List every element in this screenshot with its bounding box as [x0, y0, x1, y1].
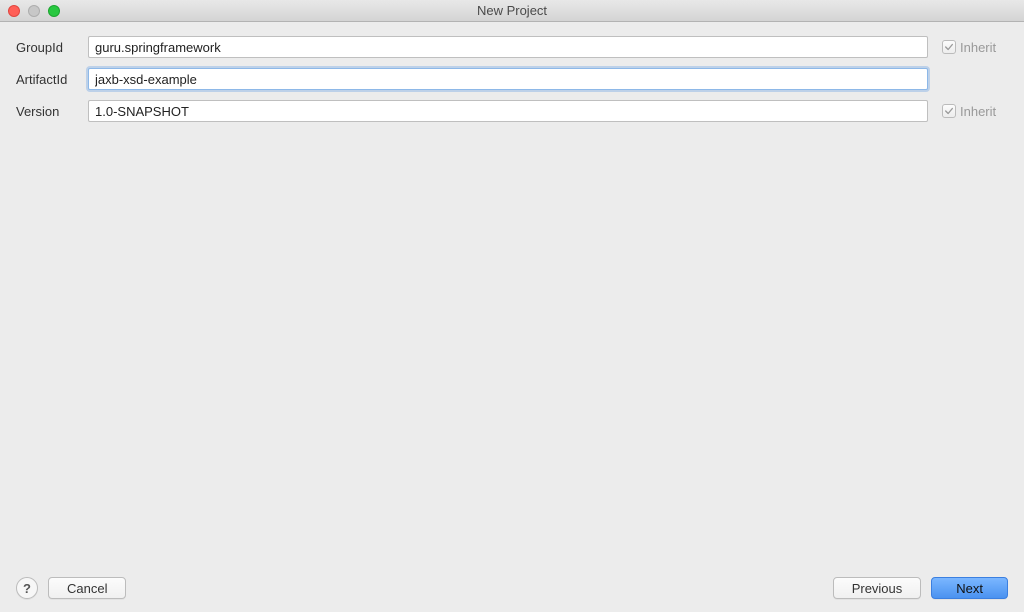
next-button[interactable]: Next — [931, 577, 1008, 599]
version-inherit[interactable]: Inherit — [928, 104, 1008, 119]
form-area: GroupId Inherit ArtifactId Version Inher… — [0, 22, 1024, 564]
groupid-inherit[interactable]: Inherit — [928, 40, 1008, 55]
button-bar: ? Cancel Previous Next — [0, 564, 1024, 612]
artifactid-label: ArtifactId — [16, 72, 88, 87]
check-icon — [944, 106, 954, 116]
groupid-inherit-label: Inherit — [960, 40, 996, 55]
artifactid-row: ArtifactId — [16, 68, 1008, 90]
zoom-window-button[interactable] — [48, 5, 60, 17]
version-row: Version Inherit — [16, 100, 1008, 122]
minimize-window-button[interactable] — [28, 5, 40, 17]
window-title: New Project — [477, 3, 547, 18]
check-icon — [944, 42, 954, 52]
close-window-button[interactable] — [8, 5, 20, 17]
titlebar: New Project — [0, 0, 1024, 22]
artifactid-input[interactable] — [88, 68, 928, 90]
groupid-inherit-checkbox[interactable] — [942, 40, 956, 54]
groupid-row: GroupId Inherit — [16, 36, 1008, 58]
version-inherit-label: Inherit — [960, 104, 996, 119]
groupid-label: GroupId — [16, 40, 88, 55]
groupid-input[interactable] — [88, 36, 928, 58]
version-label: Version — [16, 104, 88, 119]
version-inherit-checkbox[interactable] — [942, 104, 956, 118]
previous-button[interactable]: Previous — [833, 577, 922, 599]
window-controls — [0, 5, 60, 17]
cancel-button[interactable]: Cancel — [48, 577, 126, 599]
help-button[interactable]: ? — [16, 577, 38, 599]
version-input[interactable] — [88, 100, 928, 122]
